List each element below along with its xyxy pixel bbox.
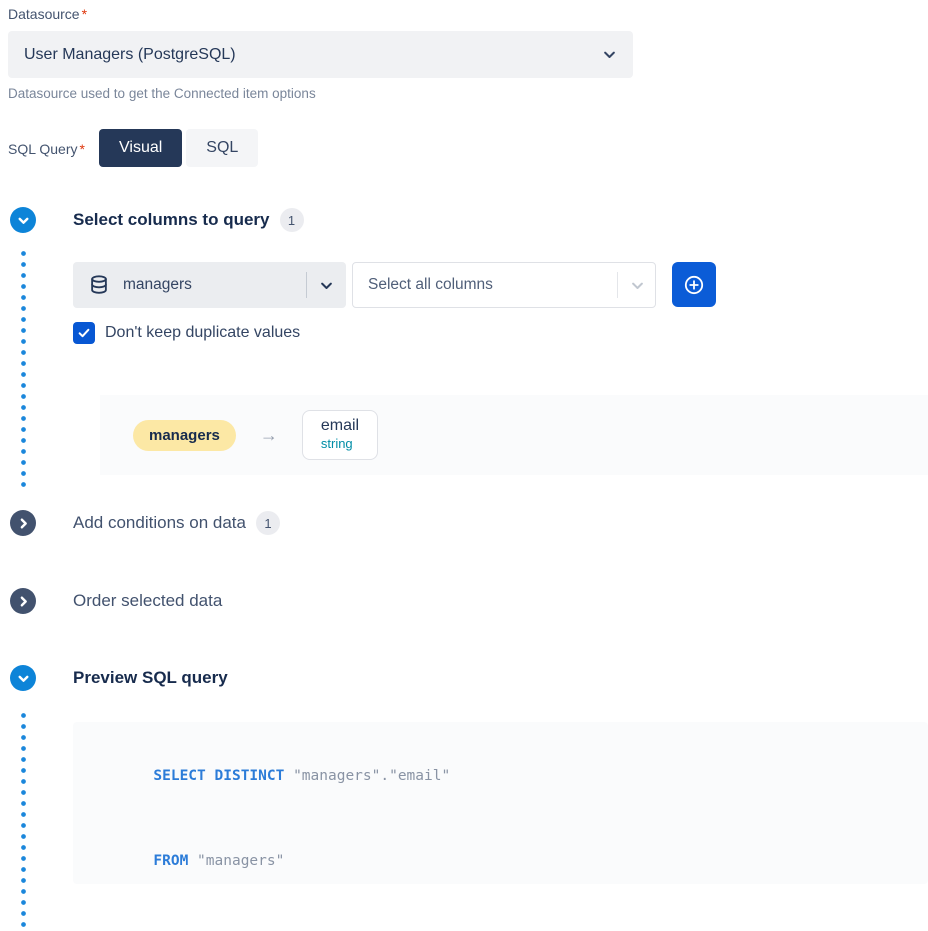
collapse-section-icon[interactable]	[10, 665, 36, 691]
column-name: email	[321, 417, 359, 435]
section-connector-line	[21, 248, 26, 490]
columns-select[interactable]: Select all columns	[352, 262, 656, 308]
tab-visual[interactable]: Visual	[99, 129, 182, 167]
arrow-right-icon: →	[260, 425, 278, 446]
sql-query-label: SQL Query*	[8, 141, 85, 157]
query-mode-tabs: Visual SQL	[99, 129, 258, 167]
distinct-checkbox-label: Don't keep duplicate values	[105, 324, 300, 342]
divider	[306, 272, 307, 298]
section-title: Order selected data	[73, 591, 222, 611]
columns-select-placeholder: Select all columns	[368, 276, 617, 294]
table-tag: managers	[133, 420, 236, 451]
section-conditions-header: Add conditions on data 1	[10, 510, 280, 536]
required-asterisk: *	[80, 141, 85, 157]
section-connector-line	[21, 710, 26, 931]
column-type: string	[321, 436, 359, 451]
sql-query-label-text: SQL Query	[8, 141, 78, 157]
section-title: Add conditions on data	[73, 513, 246, 533]
sql-identifiers: "managers"."email"	[284, 768, 450, 784]
column-mapping-preview: managers → email string	[100, 395, 928, 475]
section-count-badge: 1	[256, 511, 280, 535]
section-count-badge: 1	[280, 208, 304, 232]
datasource-label-text: Datasource	[8, 6, 80, 22]
chevron-down-icon	[630, 278, 645, 293]
add-column-set-button[interactable]	[672, 262, 716, 307]
datasource-select[interactable]: User Managers (PostgreSQL)	[8, 31, 633, 78]
sql-preview-code: SELECT DISTINCT "managers"."email" FROM …	[73, 722, 928, 884]
sql-line-from: FROM "managers"	[101, 831, 928, 891]
collapse-section-icon[interactable]	[10, 207, 36, 233]
distinct-checkbox[interactable]	[73, 322, 95, 344]
sql-line-where: WHERE "managers"."assets" = '$issue.conn…	[101, 916, 928, 931]
divider	[617, 272, 618, 298]
expand-section-icon[interactable]	[10, 588, 36, 614]
database-icon	[88, 274, 110, 296]
table-select-value: managers	[123, 276, 306, 294]
table-select[interactable]: managers	[73, 262, 346, 308]
chevron-down-icon	[319, 278, 334, 293]
datasource-label: Datasource*	[8, 6, 87, 22]
section-select-columns-header: Select columns to query 1	[10, 207, 304, 233]
sql-identifiers: "managers"	[188, 853, 284, 869]
chevron-down-icon	[602, 47, 617, 62]
plus-circle-icon	[682, 273, 706, 297]
section-title: Select columns to query	[73, 210, 270, 230]
sql-keyword: FROM	[153, 853, 188, 869]
required-asterisk: *	[82, 6, 87, 22]
sql-line-select: SELECT DISTINCT "managers"."email"	[101, 746, 928, 806]
tab-sql[interactable]: SQL	[186, 129, 258, 167]
section-title: Preview SQL query	[73, 668, 228, 688]
section-order-header: Order selected data	[10, 588, 222, 614]
datasource-config-form: Datasource* User Managers (PostgreSQL) D…	[0, 0, 928, 931]
datasource-select-value: User Managers (PostgreSQL)	[24, 46, 602, 64]
column-card: email string	[302, 410, 378, 460]
expand-section-icon[interactable]	[10, 510, 36, 536]
section-preview-header: Preview SQL query	[10, 665, 228, 691]
distinct-checkbox-row: Don't keep duplicate values	[73, 322, 300, 344]
sql-keyword: SELECT DISTINCT	[153, 768, 284, 784]
datasource-helper-text: Datasource used to get the Connected ite…	[8, 86, 316, 101]
